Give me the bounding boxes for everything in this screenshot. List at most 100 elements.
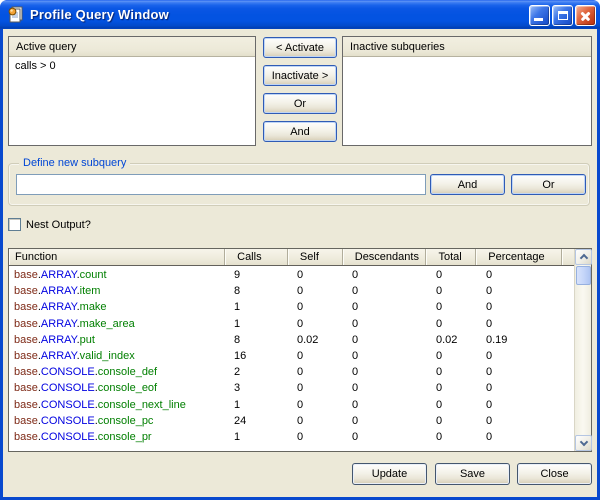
inactive-subqueries-header: Inactive subqueries	[343, 37, 591, 57]
value-cell: 0.19	[478, 332, 564, 348]
value-cell: 0	[344, 364, 428, 380]
value-cell: 0	[289, 429, 344, 445]
or-combine-button[interactable]: Or	[263, 93, 337, 114]
value-cell: 0	[289, 364, 344, 380]
active-query-list[interactable]: calls > 0	[9, 58, 255, 145]
value-cell: 0	[478, 283, 564, 299]
function-cell: base.ARRAY.make_area	[9, 316, 226, 332]
function-cell: base.ARRAY.make	[9, 299, 226, 315]
value-cell: 1	[226, 397, 289, 413]
table-row[interactable]: base.ARRAY.item80000	[9, 283, 574, 299]
function-part-feat: console_next_line	[98, 399, 186, 411]
function-part-feat: make	[80, 301, 107, 313]
scroll-up-button[interactable]	[575, 249, 592, 265]
value-cell: 8	[226, 283, 289, 299]
value-cell: 0	[344, 267, 428, 283]
value-cell: 0	[478, 348, 564, 364]
value-cell: 0	[478, 364, 564, 380]
column-header-percentage[interactable]: Percentage	[476, 249, 562, 265]
function-part-pkg: base	[14, 350, 38, 362]
value-cell: 0	[344, 332, 428, 348]
table-row[interactable]: base.CONSOLE.console_pr10000	[9, 429, 574, 445]
function-part-pkg: base	[14, 399, 38, 411]
function-part-pkg: base	[14, 431, 38, 443]
function-part-pkg: base	[14, 415, 38, 427]
value-cell: 0	[478, 380, 564, 396]
column-header-descendants[interactable]: Descendants	[343, 249, 427, 265]
value-cell: 16	[226, 348, 289, 364]
table-row[interactable]: base.ARRAY.valid_index160000	[9, 348, 574, 364]
maximize-button[interactable]	[552, 5, 573, 26]
value-cell: 9	[226, 267, 289, 283]
value-cell: 1	[226, 316, 289, 332]
function-part-cls: CONSOLE	[41, 431, 95, 443]
query-item[interactable]: calls > 0	[9, 58, 255, 74]
and-combine-button[interactable]: And	[263, 121, 337, 142]
value-cell: 0	[478, 429, 564, 445]
function-part-feat: valid_index	[80, 350, 135, 362]
subquery-input[interactable]	[16, 174, 426, 195]
column-header-self[interactable]: Self	[288, 249, 343, 265]
table-row[interactable]: base.ARRAY.make_area10000	[9, 316, 574, 332]
title-bar[interactable]: Profile Query Window	[0, 0, 600, 29]
client-area: Active query calls > 0 < Activate Inacti…	[3, 29, 597, 497]
table-row[interactable]: base.CONSOLE.console_next_line10000	[9, 397, 574, 413]
inactive-subqueries-list[interactable]	[343, 58, 591, 145]
column-header-calls[interactable]: Calls	[225, 249, 288, 265]
value-cell: 0	[478, 413, 564, 429]
table-row[interactable]: base.CONSOLE.console_pc240000	[9, 413, 574, 429]
minimize-button[interactable]	[529, 5, 550, 26]
function-cell: base.CONSOLE.console_eof	[9, 380, 226, 396]
column-header-total[interactable]: Total	[426, 249, 476, 265]
function-part-cls: ARRAY	[41, 301, 77, 313]
activate-button[interactable]: < Activate	[263, 37, 337, 58]
define-subquery-label: Define new subquery	[19, 157, 130, 169]
value-cell: 0	[428, 348, 478, 364]
inactivate-button[interactable]: Inactivate >	[263, 65, 337, 86]
update-button[interactable]: Update	[352, 463, 427, 485]
value-cell: 0	[289, 380, 344, 396]
function-part-feat: console_pr	[98, 431, 152, 443]
save-button[interactable]: Save	[435, 463, 510, 485]
subquery-and-button[interactable]: And	[430, 174, 505, 195]
value-cell: 3	[226, 380, 289, 396]
value-cell: 0	[344, 283, 428, 299]
table-row[interactable]: base.ARRAY.count90000	[9, 267, 574, 283]
function-cell: base.CONSOLE.console_def	[9, 364, 226, 380]
function-part-cls: ARRAY	[41, 318, 77, 330]
nest-output-row: Nest Output?	[8, 217, 91, 231]
close-button[interactable]	[575, 5, 596, 26]
function-part-cls: CONSOLE	[41, 399, 95, 411]
function-part-cls: ARRAY	[41, 285, 77, 297]
function-part-feat: make_area	[80, 318, 135, 330]
function-part-pkg: base	[14, 301, 38, 313]
table-row[interactable]: base.ARRAY.put80.0200.020.19	[9, 332, 574, 348]
table-row[interactable]: base.CONSOLE.console_def20000	[9, 364, 574, 380]
function-cell: base.CONSOLE.console_pr	[9, 429, 226, 445]
function-part-cls: CONSOLE	[41, 382, 95, 394]
value-cell: 24	[226, 413, 289, 429]
nest-output-checkbox[interactable]	[8, 218, 21, 231]
table-row[interactable]: base.CONSOLE.console_eof30000	[9, 380, 574, 396]
scrollbar-thumb[interactable]	[576, 266, 591, 285]
maximize-icon	[558, 11, 568, 20]
function-part-cls: CONSOLE	[41, 366, 95, 378]
column-header-function[interactable]: Function	[9, 249, 225, 265]
function-cell: base.CONSOLE.console_pc	[9, 413, 226, 429]
value-cell: 0	[428, 283, 478, 299]
close-dialog-button[interactable]: Close	[517, 463, 592, 485]
value-cell: 0	[478, 316, 564, 332]
function-part-feat: count	[80, 269, 107, 281]
table-row[interactable]: base.ARRAY.make10000	[9, 299, 574, 315]
subquery-or-button[interactable]: Or	[511, 174, 586, 195]
value-cell: 0	[478, 267, 564, 283]
scroll-down-button[interactable]	[575, 435, 592, 451]
value-cell: 0.02	[289, 332, 344, 348]
function-part-pkg: base	[14, 285, 38, 297]
function-part-pkg: base	[14, 366, 38, 378]
vertical-scrollbar[interactable]	[574, 249, 591, 451]
function-cell: base.ARRAY.valid_index	[9, 348, 226, 364]
value-cell: 0	[344, 429, 428, 445]
function-part-feat: console_eof	[98, 382, 157, 394]
value-cell: 0	[289, 413, 344, 429]
